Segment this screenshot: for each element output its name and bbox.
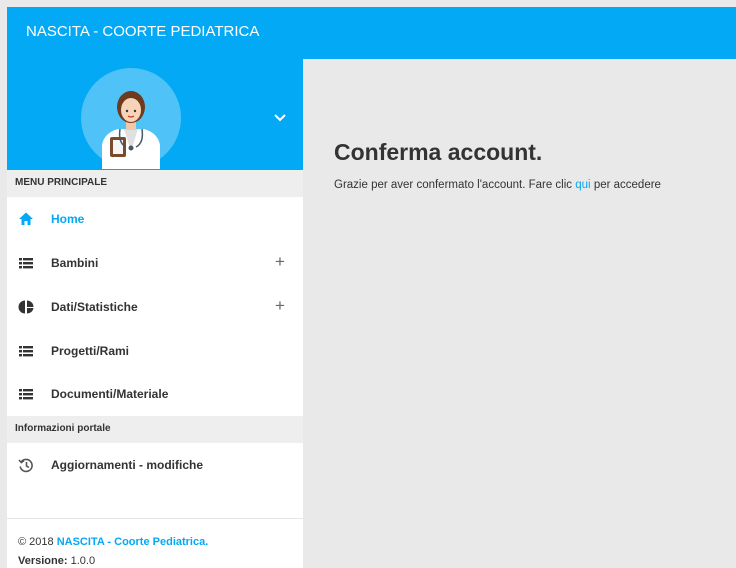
sidebar-item-label: Dati/Statistiche bbox=[51, 300, 138, 314]
main-content: Conferma account. Grazie per aver confer… bbox=[303, 59, 736, 568]
list-icon bbox=[19, 346, 33, 357]
section-main-menu: MENU PRINCIPALE bbox=[7, 170, 303, 197]
app-title: NASCITA - COORTE PEDIATRICA bbox=[26, 23, 260, 40]
sidebar: MENU PRINCIPALE Home Bambini + Dati/Stat… bbox=[7, 59, 303, 568]
confirmation-message: Grazie per aver confermato l'account. Fa… bbox=[334, 179, 661, 191]
login-link[interactable]: qui bbox=[575, 179, 590, 191]
sidebar-item-dati-statistiche[interactable]: Dati/Statistiche + bbox=[7, 285, 303, 329]
copyright-text: © 2018 bbox=[18, 536, 54, 548]
home-icon bbox=[19, 212, 33, 225]
sidebar-item-documenti-materiale[interactable]: Documenti/Materiale bbox=[7, 372, 303, 416]
sidebar-item-label: Aggiornamenti - modifiche bbox=[51, 458, 204, 472]
sidebar-item-label: Bambini bbox=[51, 256, 99, 270]
top-bar: NASCITA - COORTE PEDIATRICA bbox=[7, 7, 736, 59]
sidebar-item-label: Documenti/Materiale bbox=[51, 387, 169, 401]
list-icon bbox=[19, 389, 33, 400]
version-line: Versione: 1.0.0 bbox=[18, 552, 303, 568]
sidebar-item-progetti-rami[interactable]: Progetti/Rami bbox=[7, 329, 303, 373]
brand-link[interactable]: NASCITA - Coorte Pediatrica. bbox=[57, 536, 209, 548]
sidebar-item-aggiornamenti[interactable]: Aggiornamenti - modifiche bbox=[7, 443, 303, 487]
expand-icon[interactable]: + bbox=[275, 296, 285, 316]
sidebar-footer: © 2018 NASCITA - Coorte Pediatrica. Vers… bbox=[7, 518, 303, 568]
doctor-avatar bbox=[81, 68, 181, 169]
sidebar-item-bambini[interactable]: Bambini + bbox=[7, 241, 303, 285]
sidebar-item-label: Home bbox=[51, 212, 85, 226]
version-value: 1.0.0 bbox=[70, 555, 96, 567]
page-title: Conferma account. bbox=[334, 139, 543, 165]
sidebar-item-home[interactable]: Home bbox=[7, 197, 303, 241]
message-text-after: per accedere bbox=[593, 179, 661, 191]
section-portal-info: Informazioni portale bbox=[7, 416, 303, 443]
expand-icon[interactable]: + bbox=[275, 252, 285, 272]
user-profile-panel bbox=[7, 59, 303, 170]
version-label: Versione: bbox=[18, 555, 68, 567]
sidebar-item-label: Progetti/Rami bbox=[51, 344, 130, 358]
copyright-line: © 2018 NASCITA - Coorte Pediatrica. bbox=[18, 533, 303, 552]
history-icon bbox=[18, 458, 33, 473]
pie-chart-icon bbox=[18, 300, 34, 314]
list-icon bbox=[19, 258, 33, 269]
chevron-down-icon[interactable] bbox=[272, 112, 288, 124]
message-text-before: Grazie per aver confermato l'account. Fa… bbox=[334, 179, 573, 191]
